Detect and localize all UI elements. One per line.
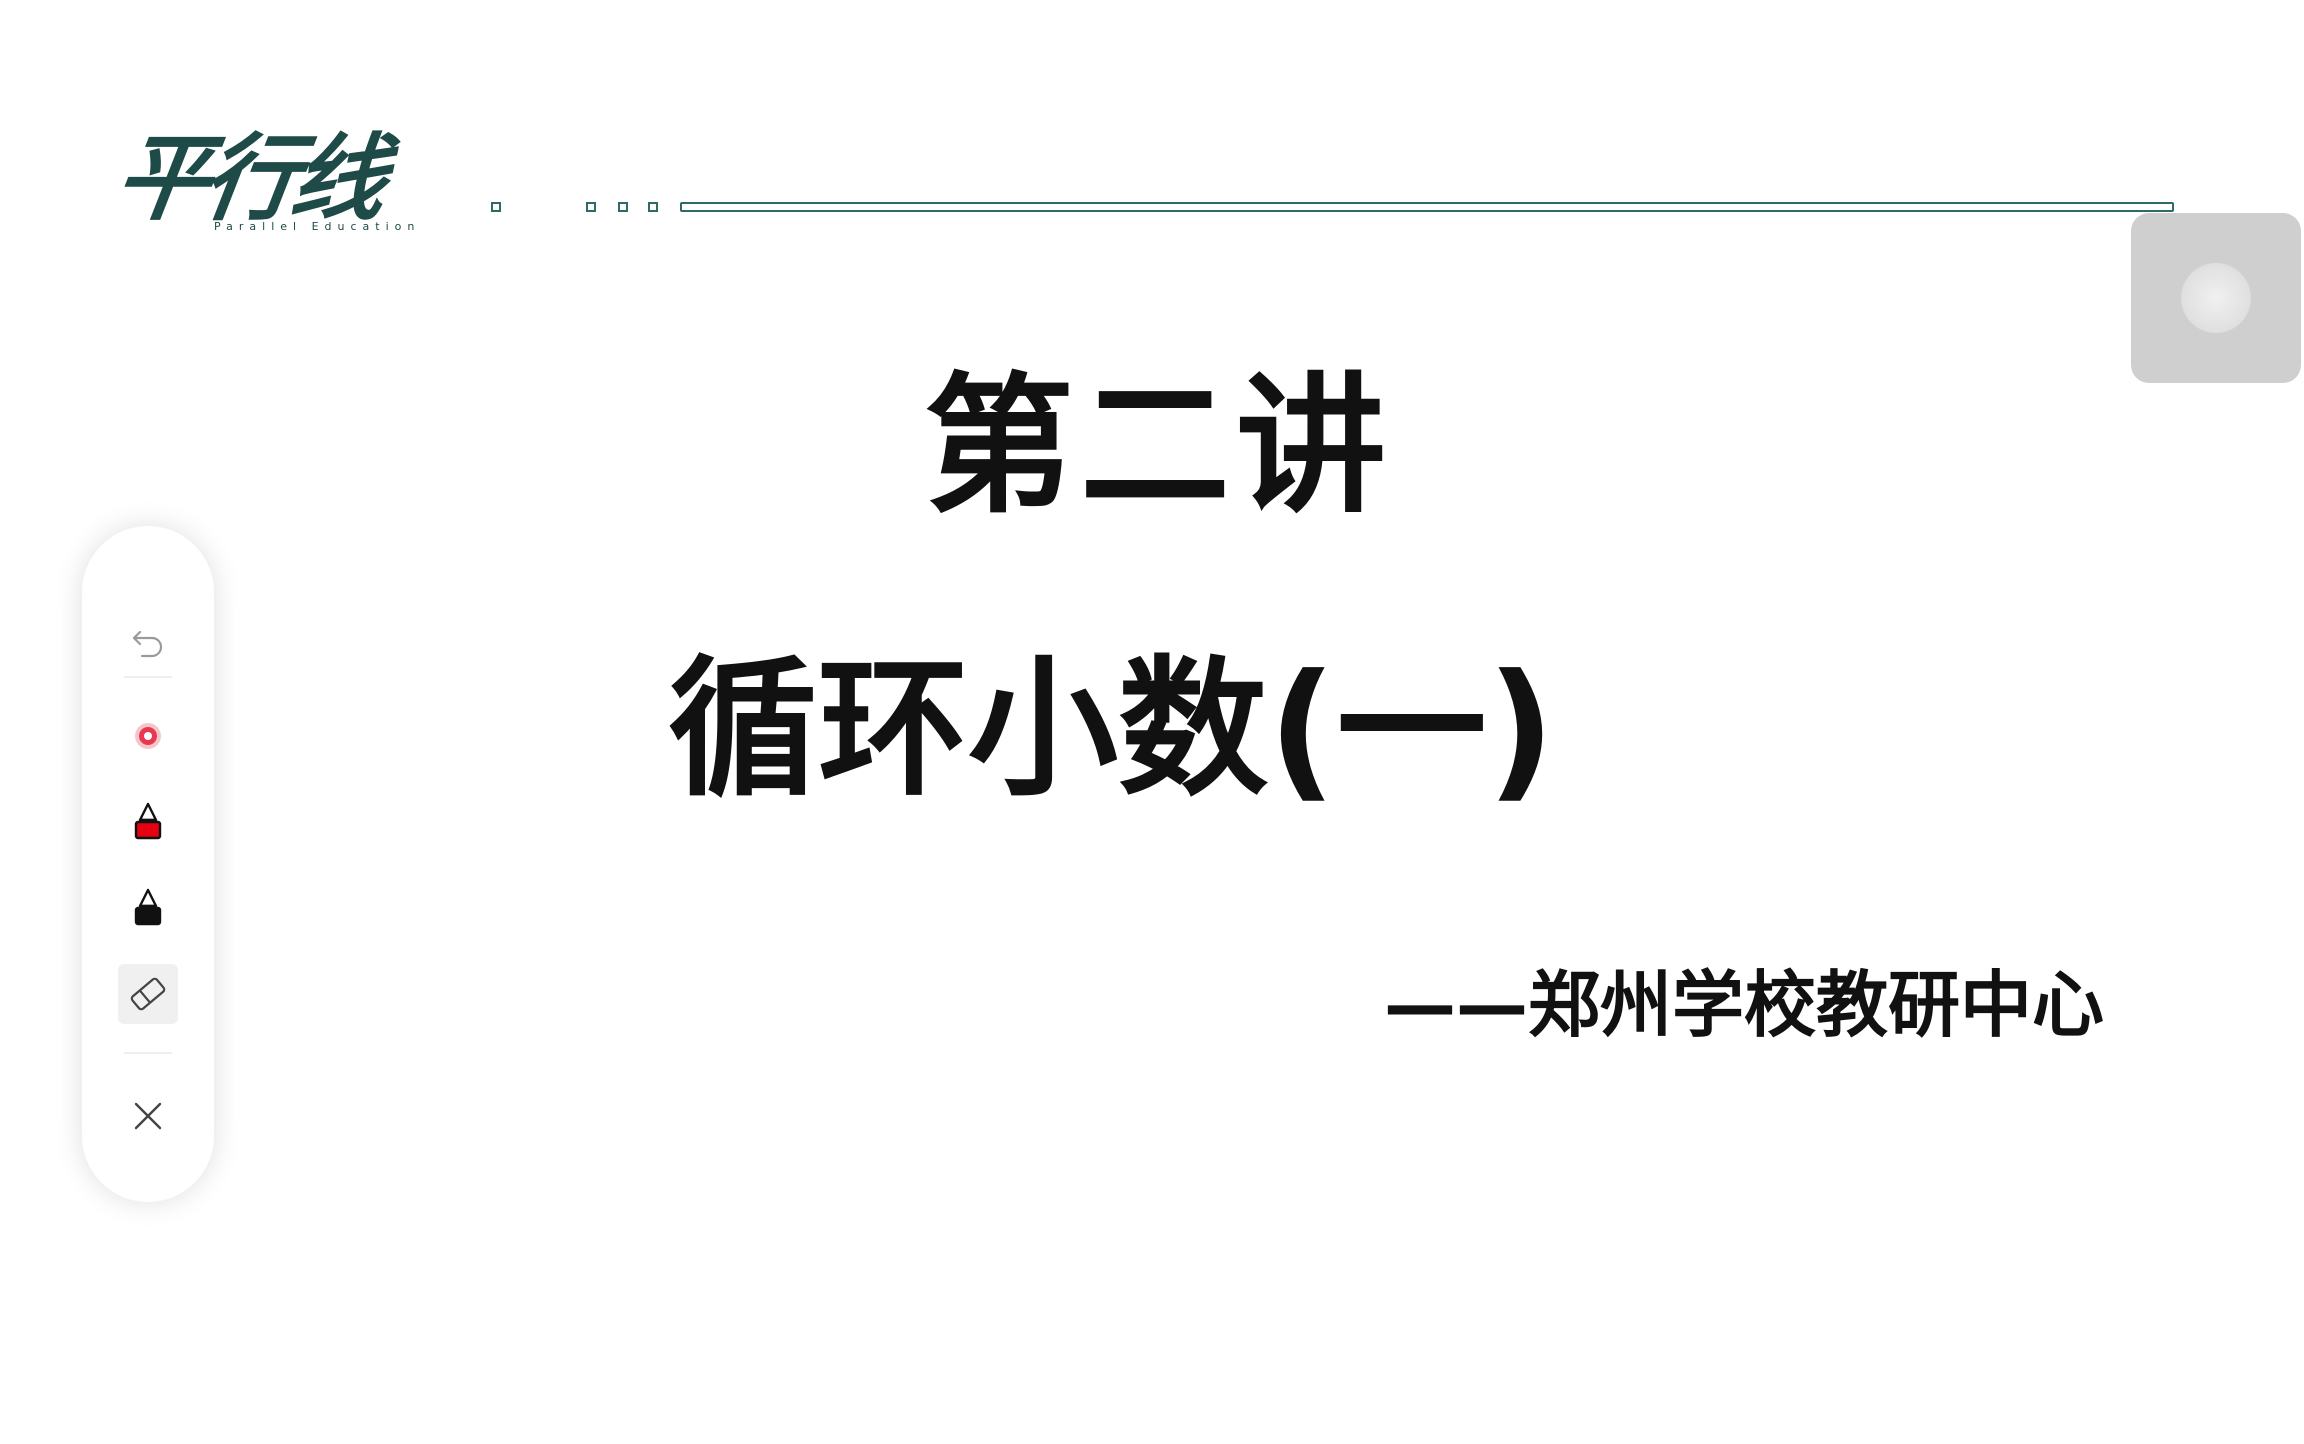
eraser-button[interactable] [118, 964, 178, 1024]
eraser-icon [130, 977, 166, 1011]
brand-logo: 平行线 Parallel Education [108, 125, 414, 240]
laser-pointer-button[interactable] [118, 706, 178, 766]
red-pen-button[interactable] [118, 792, 178, 852]
toolbar-separator [124, 676, 172, 678]
header-decor-square [586, 202, 596, 212]
annotation-toolbar [82, 526, 214, 1202]
black-pen-icon [134, 888, 162, 926]
undo-icon [132, 630, 163, 658]
source-attribution: ——郑州学校教研中心 [1384, 963, 2105, 1047]
close-icon [134, 1102, 162, 1130]
laser-pointer-icon [135, 723, 161, 749]
header-decor-square [491, 202, 501, 212]
topic-title: 循环小数(一) [668, 643, 1556, 817]
logo-subtext: Parallel Education [214, 220, 421, 233]
black-pen-button[interactable] [118, 878, 178, 938]
toolbar-separator [124, 1052, 172, 1054]
logo-text: 平行线 [108, 125, 388, 234]
close-toolbar-button[interactable] [118, 1086, 178, 1146]
header-divider-line [680, 202, 2174, 212]
floating-assistive-button[interactable] [2131, 213, 2301, 383]
header-decor-square [618, 202, 628, 212]
slide-page: 平行线 Parallel Education 第二讲 循环小数(一) ——郑州学… [0, 0, 2304, 1444]
red-pen-icon [134, 802, 162, 840]
floating-button-knob [2181, 263, 2251, 333]
lecture-title: 第二讲 [924, 360, 1393, 534]
header-decor-square [648, 202, 658, 212]
undo-button[interactable] [118, 612, 178, 672]
